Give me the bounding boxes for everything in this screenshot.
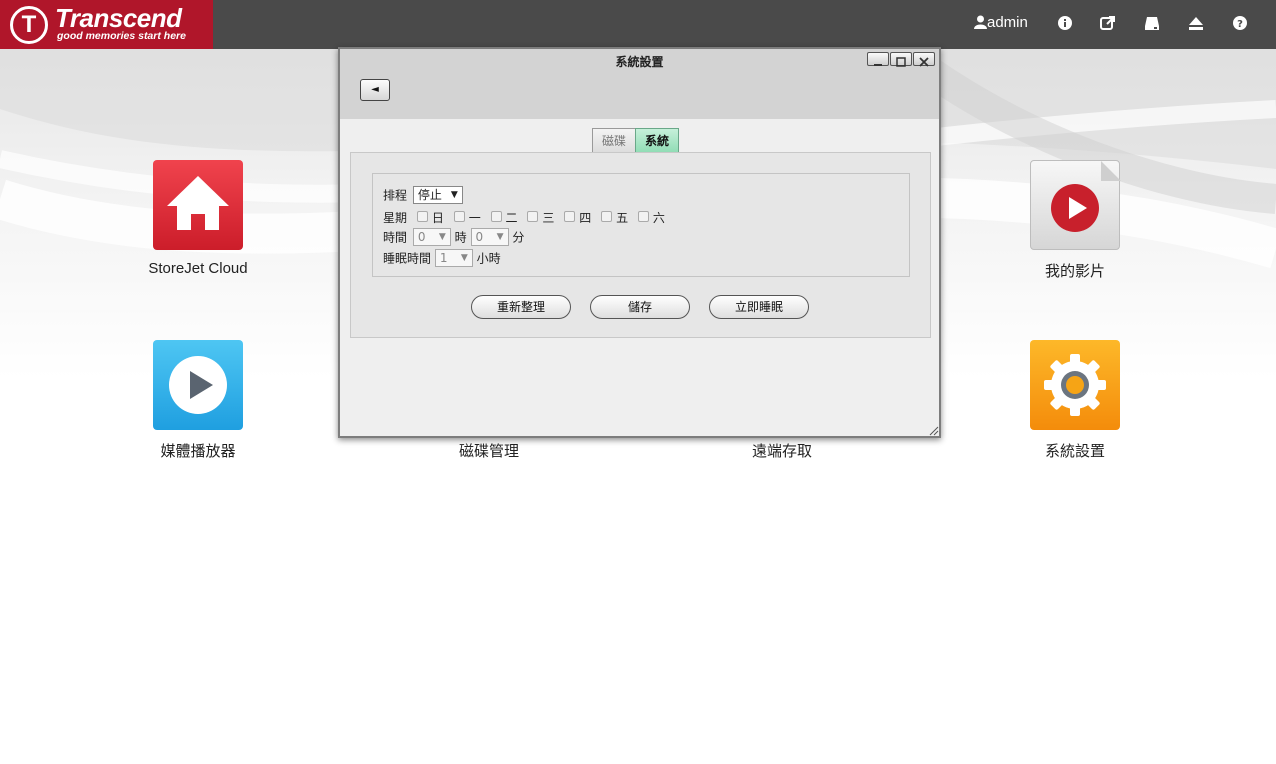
schedule-select[interactable]: 停止 ▼ — [412, 186, 463, 204]
top-bar: T Transcend good memories start here adm… — [0, 0, 1276, 49]
drive-icon[interactable] — [1143, 14, 1161, 32]
sleep-now-button[interactable]: 立即睡眠 — [709, 295, 809, 319]
logo-mark: T — [10, 6, 48, 44]
weekday-checkbox-sun[interactable] — [416, 211, 428, 222]
chevron-down-icon: ▼ — [460, 253, 468, 263]
weekday-checkbox-sat[interactable] — [637, 211, 649, 222]
weekday-wed-label: 三 — [542, 211, 555, 225]
save-button[interactable]: 儲存 — [590, 295, 690, 319]
weekday-checkbox-mon[interactable] — [453, 211, 465, 222]
help-icon[interactable]: ? — [1231, 14, 1249, 32]
maximize-icon — [896, 57, 906, 67]
resize-grip-icon[interactable] — [927, 424, 939, 436]
app-storejet-cloud[interactable]: StoreJet Cloud — [128, 160, 268, 277]
app-media-player[interactable]: 媒體播放器 — [128, 340, 268, 461]
chevron-down-icon: ▼ — [496, 232, 504, 242]
weekday-checkbox-thu[interactable] — [564, 211, 576, 222]
svg-text:?: ? — [1237, 19, 1243, 30]
tab-disk[interactable]: 磁碟 — [592, 128, 637, 154]
time-label: 時間 — [383, 230, 408, 245]
weekday-tue-label: 二 — [505, 211, 518, 225]
app-label: 我的影片 — [1044, 263, 1105, 280]
user-menu[interactable]: admin — [974, 14, 1028, 31]
sleep-schedule-group: 排程 停止▼ 星期 日 一 二 三 四 五 六 時間 0▼ 時 0▼ 分 — [372, 173, 910, 277]
hour-select[interactable]: 0 ▼ — [412, 228, 451, 246]
refresh-button[interactable]: 重新整理 — [471, 295, 571, 319]
minute-unit: 分 — [512, 230, 525, 245]
video-icon — [1030, 160, 1121, 250]
app-my-videos[interactable]: 我的影片 — [1005, 160, 1145, 281]
hour-unit: 時 — [454, 230, 467, 245]
home-icon — [153, 160, 243, 250]
minimize-button[interactable] — [867, 52, 889, 66]
minimize-icon — [874, 64, 882, 66]
sleep-row: 睡眠時間 1 ▼ 小時 — [383, 249, 501, 267]
time-row: 時間 0 ▼ 時 0 ▼ 分 — [383, 228, 524, 246]
brand-logo[interactable]: T Transcend good memories start here — [0, 0, 213, 49]
weekday-thu-label: 四 — [579, 211, 592, 225]
sleep-label: 睡眠時間 — [383, 251, 432, 266]
schedule-label: 排程 — [383, 188, 408, 203]
schedule-value: 停止 — [417, 188, 442, 202]
back-button[interactable]: ◄ — [360, 79, 390, 101]
app-label: 磁碟管理 — [458, 443, 519, 460]
chevron-down-icon: ▼ — [438, 232, 446, 242]
hour-value: 0 — [417, 230, 426, 244]
sleep-value: 1 — [439, 251, 448, 265]
weekday-mon-label: 一 — [468, 211, 481, 225]
weekday-fri-label: 五 — [616, 211, 629, 225]
username: admin — [987, 14, 1028, 31]
minute-select[interactable]: 0 ▼ — [470, 228, 509, 246]
app-label: 遠端存取 — [751, 443, 812, 460]
sleep-select[interactable]: 1 ▼ — [434, 249, 473, 267]
weekday-sun-label: 日 — [431, 211, 444, 225]
chevron-down-icon: ▼ — [450, 190, 458, 200]
close-button[interactable] — [913, 52, 935, 67]
user-icon — [974, 15, 987, 29]
weekday-row: 星期 日 一 二 三 四 五 六 — [383, 209, 665, 226]
external-link-icon[interactable] — [1099, 14, 1117, 32]
sleep-unit: 小時 — [476, 251, 501, 266]
minute-value: 0 — [475, 230, 484, 244]
app-label: 系統設置 — [1044, 443, 1105, 460]
app-label: 媒體播放器 — [160, 443, 236, 460]
info-icon[interactable] — [1056, 14, 1074, 32]
app-system-settings[interactable]: 系統設置 — [1005, 340, 1145, 461]
tab-system[interactable]: 系統 — [635, 128, 680, 154]
schedule-row: 排程 停止 ▼ — [383, 186, 463, 204]
gear-icon — [1030, 340, 1120, 430]
settings-panel: 排程 停止▼ 星期 日 一 二 三 四 五 六 時間 0▼ 時 0▼ 分 — [350, 152, 931, 338]
window-title: 系統設置 — [615, 55, 664, 69]
weekday-checkbox-fri[interactable] — [601, 211, 613, 222]
weekday-sat-label: 六 — [652, 211, 665, 225]
weekday-checkbox-tue[interactable] — [490, 211, 502, 222]
app-label: StoreJet Cloud — [148, 260, 248, 277]
window-header[interactable]: 系統設置 ◄ — [340, 49, 939, 119]
weekday-label: 星期 — [383, 211, 408, 225]
maximize-button[interactable] — [890, 52, 912, 67]
tab-bar: 磁碟 系統 — [592, 128, 680, 154]
weekday-checkbox-wed[interactable] — [527, 211, 539, 222]
system-settings-window: 系統設置 ◄ 磁碟 系統 排程 停止 ▼ 星期 日 一 二 三 四 五 六 時間… — [338, 47, 941, 438]
logo-tagline: good memories start here — [57, 30, 186, 42]
eject-icon[interactable] — [1187, 14, 1205, 32]
play-icon — [153, 340, 243, 430]
window-controls — [866, 52, 935, 71]
close-icon — [919, 57, 929, 67]
